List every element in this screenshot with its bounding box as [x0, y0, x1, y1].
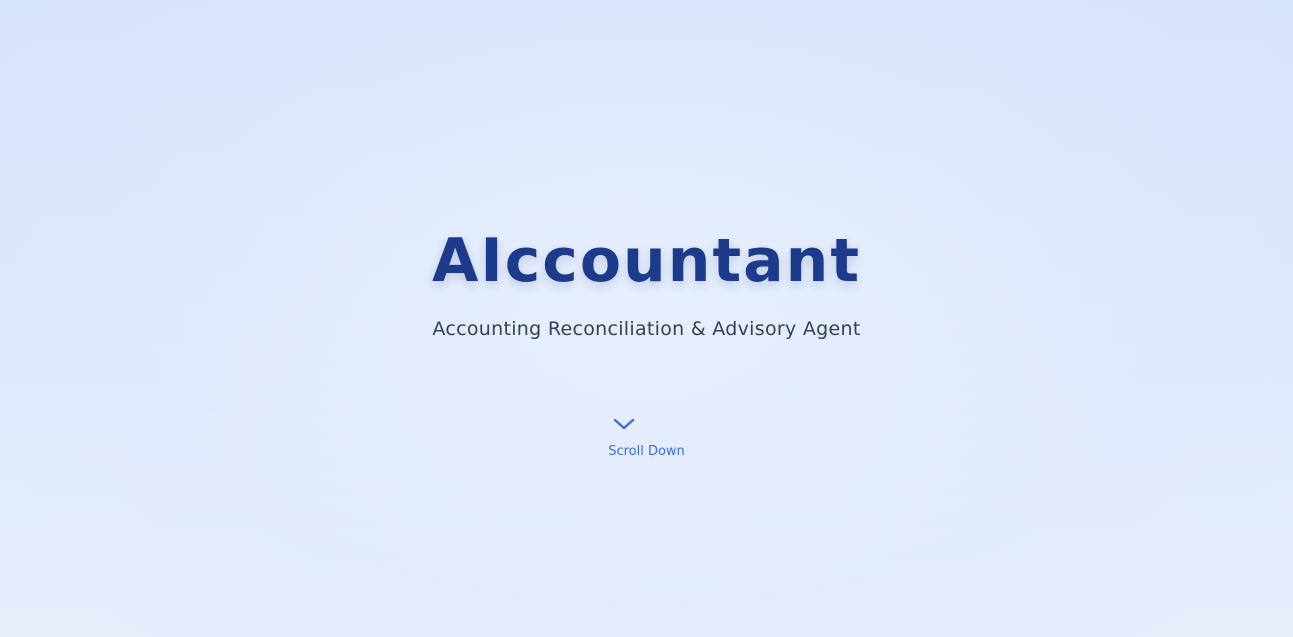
app-subtitle: Accounting Reconciliation & Advisory Age… — [432, 318, 861, 340]
scroll-down-label: Scroll Down — [608, 444, 685, 459]
hero-section: AIccountant Accounting Reconciliation & … — [0, 0, 1293, 637]
chevron-down-icon — [612, 416, 636, 432]
scroll-down-button[interactable]: Scroll Down — [596, 410, 697, 466]
app-title: AIccountant — [431, 226, 862, 296]
chevron-down-glyph — [613, 418, 635, 430]
